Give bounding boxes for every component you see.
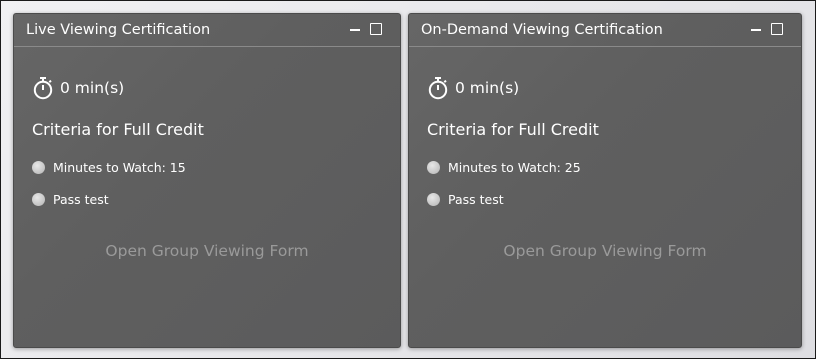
live-viewing-panel: Live Viewing Certification 0 min(s) Crit… (13, 13, 401, 348)
radio-dot-icon (32, 161, 45, 174)
minimize-icon[interactable] (350, 22, 360, 36)
criterion-pass-test: Pass test (427, 192, 504, 207)
criteria-title: Criteria for Full Credit (427, 120, 599, 139)
criterion-pass-test: Pass test (32, 192, 109, 207)
app-window: Live Viewing Certification 0 min(s) Crit… (0, 0, 816, 359)
panel-title: On-Demand Viewing Certification (421, 22, 663, 38)
minimize-icon[interactable] (751, 22, 761, 36)
window-controls (751, 22, 783, 36)
criterion-minutes: Minutes to Watch: 15 (32, 160, 186, 175)
panel-header: On-Demand Viewing Certification (409, 14, 801, 47)
maximize-icon[interactable] (370, 23, 382, 35)
criteria-title: Criteria for Full Credit (32, 120, 204, 139)
stopwatch-icon (428, 77, 448, 100)
timer-row: 0 min(s) (427, 76, 519, 100)
criterion-label: Minutes to Watch: 15 (53, 160, 186, 175)
open-group-viewing-form-link[interactable]: Open Group Viewing Form (409, 242, 801, 260)
criterion-label: Pass test (448, 192, 504, 207)
maximize-icon[interactable] (771, 23, 783, 35)
stopwatch-icon (33, 77, 53, 100)
radio-dot-icon (32, 193, 45, 206)
criterion-label: Pass test (53, 192, 109, 207)
panel-title: Live Viewing Certification (26, 22, 211, 38)
open-group-viewing-form-link[interactable]: Open Group Viewing Form (14, 242, 400, 260)
timer-row: 0 min(s) (32, 76, 124, 100)
timer-value: 0 min(s) (60, 79, 125, 97)
window-controls (350, 22, 382, 36)
panel-header: Live Viewing Certification (14, 14, 400, 47)
criterion-label: Minutes to Watch: 25 (448, 160, 581, 175)
radio-dot-icon (427, 193, 440, 206)
radio-dot-icon (427, 161, 440, 174)
on-demand-viewing-panel: On-Demand Viewing Certification 0 min(s)… (408, 13, 802, 348)
timer-value: 0 min(s) (455, 79, 520, 97)
criterion-minutes: Minutes to Watch: 25 (427, 160, 581, 175)
